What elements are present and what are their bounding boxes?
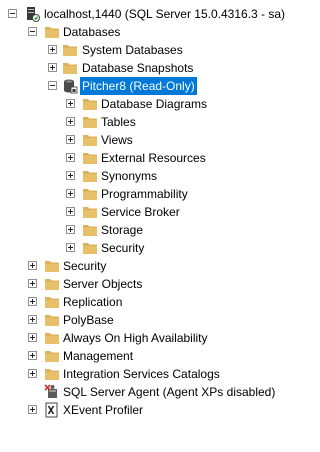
tree-node-sql-agent[interactable]: SQL Server Agent (Agent XPs disabled)	[0, 383, 285, 401]
tree-node-db-security[interactable]: Security	[0, 239, 285, 257]
views-label[interactable]: Views	[99, 131, 135, 149]
folder-icon	[82, 222, 98, 238]
expand-toggle[interactable]	[28, 261, 37, 270]
database-readonly-icon	[62, 78, 78, 94]
expand-toggle[interactable]	[66, 99, 75, 108]
tree-node-database-diagrams[interactable]: Database Diagrams	[0, 95, 285, 113]
xevent-profiler-label[interactable]: XEvent Profiler	[61, 401, 145, 419]
expand-toggle[interactable]	[48, 63, 57, 72]
folder-icon	[44, 330, 60, 346]
tree-node-xevent-profiler[interactable]: XEvent Profiler	[0, 401, 285, 419]
databases-label[interactable]: Databases	[61, 23, 122, 41]
tables-label[interactable]: Tables	[99, 113, 138, 131]
expand-toggle[interactable]	[66, 153, 75, 162]
system-databases-label[interactable]: System Databases	[80, 41, 185, 59]
folder-icon	[44, 294, 60, 310]
folder-icon	[82, 186, 98, 202]
tree-node-server-objects[interactable]: Server Objects	[0, 275, 285, 293]
tree-node-synonyms[interactable]: Synonyms	[0, 167, 285, 185]
expand-toggle[interactable]	[66, 171, 75, 180]
sql-agent-disabled-icon	[44, 384, 60, 400]
folder-icon	[62, 60, 78, 76]
tree-node-integration-services[interactable]: Integration Services Catalogs	[0, 365, 285, 383]
server-icon	[24, 6, 40, 22]
expand-toggle[interactable]	[66, 117, 75, 126]
tree-node-polybase[interactable]: PolyBase	[0, 311, 285, 329]
server-objects-label[interactable]: Server Objects	[61, 275, 144, 293]
folder-icon	[62, 42, 78, 58]
expand-toggle[interactable]	[66, 207, 75, 216]
collapse-toggle[interactable]	[8, 9, 17, 18]
expand-toggle[interactable]	[66, 189, 75, 198]
service-broker-label[interactable]: Service Broker	[99, 203, 182, 221]
db-security-label[interactable]: Security	[99, 239, 146, 257]
expand-toggle[interactable]	[66, 243, 75, 252]
replication-label[interactable]: Replication	[61, 293, 124, 311]
expand-toggle[interactable]	[28, 351, 37, 360]
folder-icon	[82, 150, 98, 166]
tree-node-management[interactable]: Management	[0, 347, 285, 365]
tree-node-programmability[interactable]: Programmability	[0, 185, 285, 203]
database-snapshots-label[interactable]: Database Snapshots	[80, 59, 195, 77]
tree-node-service-broker[interactable]: Service Broker	[0, 203, 285, 221]
xevent-profiler-icon	[44, 402, 60, 418]
tree-node-external-resources[interactable]: External Resources	[0, 149, 285, 167]
object-explorer-tree: localhost,1440 (SQL Server 15.0.4316.3 -…	[0, 5, 285, 419]
tree-node-databases[interactable]: Databases	[0, 23, 285, 41]
tree-node-system-databases[interactable]: System Databases	[0, 41, 285, 59]
collapse-toggle[interactable]	[48, 81, 57, 90]
folder-icon	[44, 276, 60, 292]
tree-node-views[interactable]: Views	[0, 131, 285, 149]
folder-icon	[44, 366, 60, 382]
expand-toggle[interactable]	[48, 45, 57, 54]
pitcher8-label[interactable]: Pitcher8 (Read-Only)	[80, 77, 197, 95]
storage-label[interactable]: Storage	[99, 221, 145, 239]
server-label[interactable]: localhost,1440 (SQL Server 15.0.4316.3 -…	[42, 5, 287, 23]
database-diagrams-label[interactable]: Database Diagrams	[99, 95, 209, 113]
polybase-label[interactable]: PolyBase	[61, 311, 116, 329]
expand-toggle[interactable]	[66, 225, 75, 234]
folder-icon	[82, 240, 98, 256]
folder-icon	[82, 96, 98, 112]
tree-node-pitcher8[interactable]: Pitcher8 (Read-Only)	[0, 77, 285, 95]
integration-services-label[interactable]: Integration Services Catalogs	[61, 365, 222, 383]
folder-icon	[82, 204, 98, 220]
collapse-toggle[interactable]	[28, 27, 37, 36]
folder-icon	[44, 258, 60, 274]
folder-icon	[82, 168, 98, 184]
expand-toggle[interactable]	[28, 369, 37, 378]
tree-node-server[interactable]: localhost,1440 (SQL Server 15.0.4316.3 -…	[0, 5, 285, 23]
tree-node-tables[interactable]: Tables	[0, 113, 285, 131]
folder-icon	[44, 348, 60, 364]
security-label[interactable]: Security	[61, 257, 108, 275]
folder-icon	[82, 114, 98, 130]
management-label[interactable]: Management	[61, 347, 135, 365]
folder-icon	[44, 24, 60, 40]
external-resources-label[interactable]: External Resources	[99, 149, 208, 167]
always-on-label[interactable]: Always On High Availability	[61, 329, 210, 347]
tree-node-security[interactable]: Security	[0, 257, 285, 275]
expand-toggle[interactable]	[28, 279, 37, 288]
expand-toggle[interactable]	[28, 315, 37, 324]
synonyms-label[interactable]: Synonyms	[99, 167, 159, 185]
sql-agent-label[interactable]: SQL Server Agent (Agent XPs disabled)	[61, 383, 277, 401]
programmability-label[interactable]: Programmability	[99, 185, 190, 203]
tree-node-storage[interactable]: Storage	[0, 221, 285, 239]
expand-toggle[interactable]	[28, 405, 37, 414]
expand-toggle[interactable]	[28, 297, 37, 306]
expand-toggle[interactable]	[28, 333, 37, 342]
tree-node-always-on[interactable]: Always On High Availability	[0, 329, 285, 347]
folder-icon	[44, 312, 60, 328]
tree-node-replication[interactable]: Replication	[0, 293, 285, 311]
folder-icon	[82, 132, 98, 148]
expand-toggle[interactable]	[66, 135, 75, 144]
tree-node-database-snapshots[interactable]: Database Snapshots	[0, 59, 285, 77]
